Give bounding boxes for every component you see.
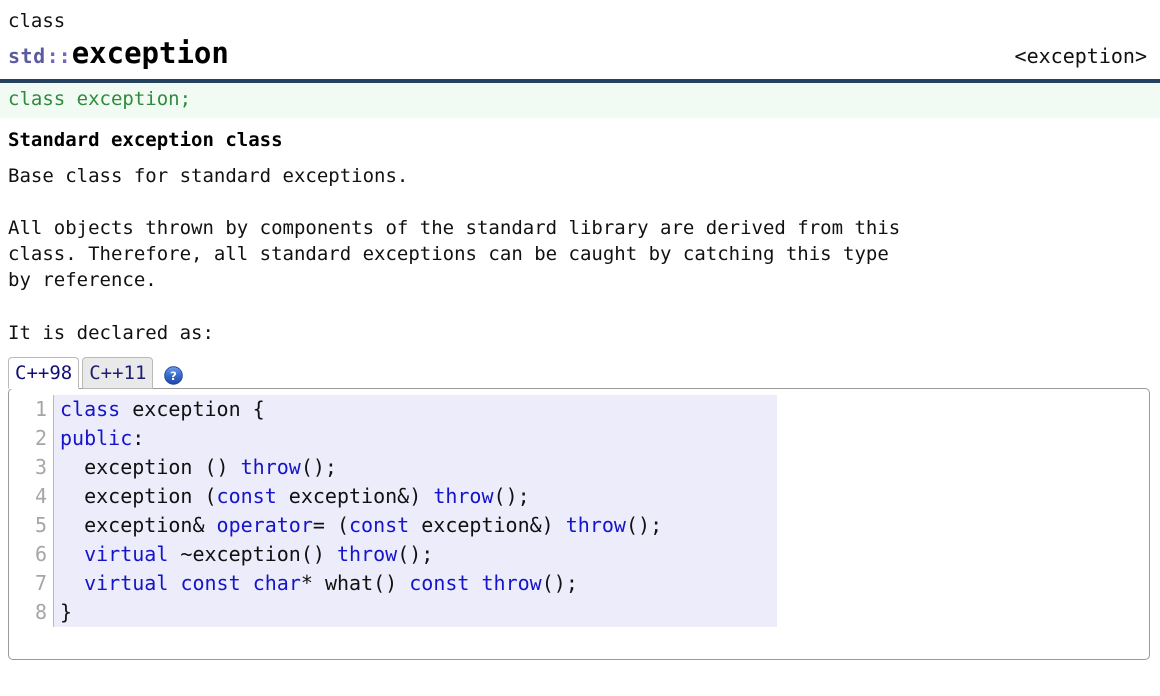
code-line: class exception {	[60, 395, 769, 424]
code-text: * what()	[300, 571, 410, 595]
signature-strip: class exception;	[0, 79, 1160, 118]
code-text: ();	[541, 571, 578, 595]
code-keyword: public	[60, 426, 133, 450]
entity-kind-label: class	[8, 10, 66, 32]
code-keyword: const	[409, 571, 470, 595]
code-keyword: throw	[240, 455, 301, 479]
declared-as-paragraph: It is declared as:	[8, 322, 214, 344]
code-text: ();	[300, 455, 337, 479]
section-subtitle: Standard exception class	[8, 129, 283, 151]
code-line: exception () throw();	[60, 453, 769, 482]
code-line: exception (const exception&) throw();	[60, 482, 769, 511]
code-text: exception&)	[276, 484, 434, 508]
page-title: std::exception	[8, 36, 229, 73]
code-keyword: class	[60, 397, 121, 421]
code-keyword: throw	[565, 513, 626, 537]
signature-text: class exception;	[8, 88, 192, 110]
title-entity-name: exception	[71, 36, 229, 70]
code-text: ~exception()	[168, 542, 337, 566]
code-text: ();	[625, 513, 663, 537]
code-text: exception&)	[409, 513, 566, 537]
line-number: 2	[34, 426, 47, 450]
line-number: 5	[34, 513, 47, 537]
code-keyword: virtual	[84, 571, 169, 595]
line-number-gutter: 1 2 3 4 5 6 7 8	[9, 395, 53, 627]
code-keyword: const	[349, 513, 410, 537]
title-namespace: std	[8, 44, 46, 68]
standard-version-tabs: C++98 C++11 ?	[0, 356, 1160, 389]
code-text: exception&	[60, 513, 217, 537]
lead-paragraph: Base class for standard exceptions.	[8, 165, 409, 187]
description-paragraph: All objects thrown by components of the …	[8, 217, 901, 291]
code-area[interactable]: class exception {public: exception () th…	[53, 395, 777, 627]
reference-page: class std::exception <exception> class e…	[0, 0, 1160, 696]
page-content: Standard exception class Base class for …	[0, 127, 1160, 346]
code-line: public:	[60, 424, 769, 453]
code-keyword: throw	[336, 542, 398, 566]
tab-cpp11[interactable]: C++11	[82, 357, 154, 389]
code-line: }	[60, 598, 769, 627]
header-include: <exception>	[1014, 44, 1147, 68]
code-text: ();	[493, 484, 530, 508]
code-text: ();	[397, 542, 434, 566]
code-keyword: const	[216, 484, 277, 508]
page-header: class std::exception <exception>	[0, 0, 1160, 73]
code-keyword: const	[180, 571, 241, 595]
code-table: 12345678 class exception {public: except…	[9, 395, 1149, 627]
code-keyword: virtual	[84, 542, 169, 566]
code-keyword: operator	[216, 513, 313, 537]
code-line: exception& operator= (const exception&) …	[60, 511, 769, 540]
code-text: = (	[312, 513, 349, 537]
code-keyword: char	[252, 571, 301, 595]
code-text: :	[132, 426, 145, 450]
code-text: exception ()	[60, 455, 241, 479]
code-keyword: throw	[481, 571, 542, 595]
tab-cpp98[interactable]: C++98	[8, 357, 80, 389]
code-keyword: throw	[433, 484, 494, 508]
code-block-container: 12345678 class exception {public: except…	[8, 388, 1150, 660]
code-text: exception {	[120, 397, 265, 421]
line-number: 7	[34, 571, 47, 595]
question-help-icon[interactable]: ?	[164, 366, 184, 385]
code-text: exception (	[60, 484, 217, 508]
title-row: std::exception <exception>	[8, 36, 1150, 73]
line-number: 1	[34, 397, 47, 421]
title-scope-separator: ::	[46, 44, 71, 68]
line-number: 6	[34, 542, 47, 566]
code-line: virtual const char* what() const throw()…	[60, 569, 769, 598]
code-text: }	[60, 600, 73, 624]
line-number: 4	[34, 484, 47, 508]
line-number: 3	[34, 455, 47, 479]
line-number: 8	[34, 600, 47, 624]
svg-text:?: ?	[170, 369, 177, 383]
code-line: virtual ~exception() throw();	[60, 540, 769, 569]
